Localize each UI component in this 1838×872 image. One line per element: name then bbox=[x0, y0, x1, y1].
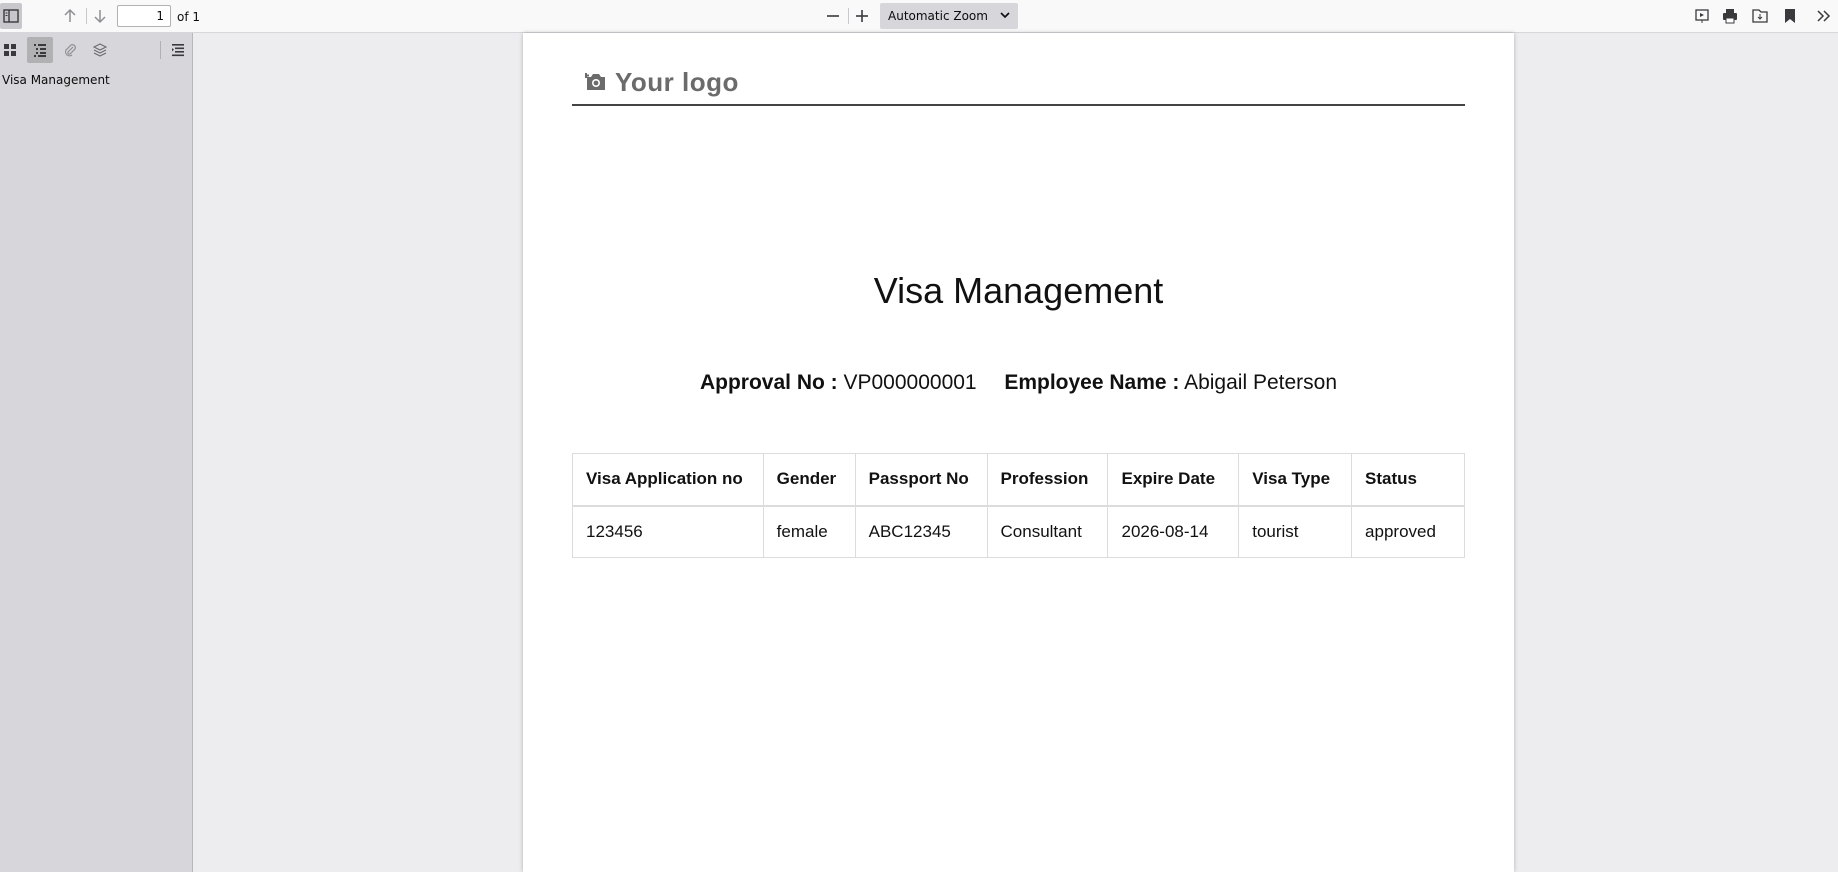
minus-icon bbox=[827, 15, 839, 17]
table-header-row: Visa Application no Gender Passport No P… bbox=[572, 453, 1465, 507]
pdf-toolbar: of 1 Automatic Zoom bbox=[0, 0, 1838, 33]
print-icon bbox=[1723, 9, 1737, 24]
arrow-down-icon[interactable] bbox=[88, 4, 112, 28]
header-divider bbox=[572, 104, 1465, 106]
zoom-select-value: Automatic Zoom bbox=[888, 9, 988, 23]
column-header: Passport No bbox=[854, 453, 988, 507]
page-number-input[interactable] bbox=[117, 5, 171, 27]
approval-info: Approval No : VP000000001 Employee Name … bbox=[523, 371, 1514, 395]
table-cell: tourist bbox=[1238, 505, 1353, 558]
employee-value: Abigail Peterson bbox=[1184, 371, 1338, 394]
outline-icon bbox=[34, 44, 46, 57]
zoom-in-button[interactable] bbox=[850, 4, 874, 28]
table-cell: Consultant bbox=[986, 505, 1109, 558]
thumbnails-icon bbox=[4, 44, 16, 56]
arrow-up-icon[interactable] bbox=[58, 4, 82, 28]
sidebar: Visa Management bbox=[0, 33, 193, 872]
column-header: Gender bbox=[762, 453, 856, 507]
table-cell: approved bbox=[1351, 505, 1465, 558]
visa-table: Visa Application no Gender Passport No P… bbox=[572, 453, 1465, 558]
layers-icon bbox=[93, 43, 107, 57]
outline-item-visa-management[interactable]: Visa Management bbox=[2, 73, 110, 87]
employee-label: Employee Name : bbox=[1004, 371, 1180, 394]
current-outline-icon bbox=[172, 44, 184, 57]
double-chevron-right-icon bbox=[1817, 10, 1831, 22]
chevron-down-icon bbox=[1000, 12, 1010, 19]
logo-text: Your logo bbox=[615, 66, 739, 97]
presentation-icon bbox=[1695, 9, 1709, 23]
outline-button[interactable] bbox=[27, 37, 53, 63]
approval-label: Approval No : bbox=[699, 371, 838, 394]
camera-icon bbox=[585, 73, 605, 90]
save-icon bbox=[1752, 9, 1768, 23]
attachments-icon bbox=[64, 44, 76, 57]
attachments-button[interactable] bbox=[57, 37, 83, 63]
zoom-select[interactable]: Automatic Zoom bbox=[880, 3, 1018, 29]
sidebar-toggle-icon[interactable] bbox=[0, 3, 22, 29]
bookmark-button[interactable] bbox=[1778, 4, 1802, 28]
print-button[interactable] bbox=[1718, 4, 1742, 28]
thumbnails-button[interactable] bbox=[0, 37, 23, 63]
table-cell: 123456 bbox=[572, 505, 764, 558]
table-row: 123456 female ABC12345 Consultant 2026-0… bbox=[572, 505, 1465, 558]
column-header: Expire Date bbox=[1107, 453, 1240, 507]
pdf-page: Your logo Visa Management Approval No : … bbox=[523, 33, 1514, 872]
plus-icon bbox=[856, 10, 868, 22]
table-cell: female bbox=[762, 505, 856, 558]
zoom-out-button[interactable] bbox=[821, 4, 845, 28]
column-header: Status bbox=[1351, 453, 1465, 507]
page-count-label: of 1 bbox=[177, 10, 201, 24]
approval-value: VP000000001 bbox=[843, 371, 977, 394]
column-header: Visa Type bbox=[1238, 453, 1353, 507]
bookmark-icon bbox=[1785, 9, 1795, 23]
current-outline-button[interactable] bbox=[165, 37, 191, 63]
sidebar-toolbar bbox=[0, 33, 192, 66]
tools-menu-button[interactable] bbox=[1812, 4, 1836, 28]
table-cell: 2026-08-14 bbox=[1107, 505, 1240, 558]
column-header: Visa Application no bbox=[572, 453, 764, 507]
presentation-mode-button[interactable] bbox=[1690, 4, 1714, 28]
column-header: Profession bbox=[986, 453, 1109, 507]
table-cell: ABC12345 bbox=[854, 505, 988, 558]
layers-button[interactable] bbox=[87, 37, 113, 63]
document-title: Visa Management bbox=[873, 270, 1164, 311]
save-button[interactable] bbox=[1748, 4, 1772, 28]
company-logo: Your logo bbox=[585, 67, 739, 97]
